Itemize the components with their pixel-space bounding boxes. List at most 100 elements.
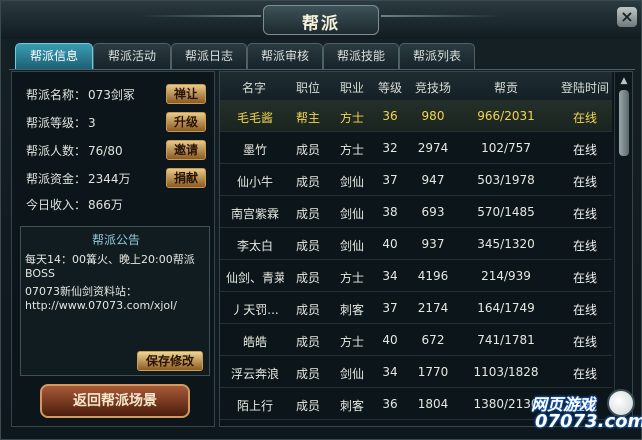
cell-name: 仙小牛 [236, 175, 273, 189]
upgrade-button[interactable]: 升级 [166, 112, 206, 132]
table-row[interactable]: 仙剑、青莱 成员 方士 34 4196 214/939 在线 [220, 260, 612, 292]
cell-name: 墨竹 [242, 143, 267, 157]
close-icon: × [620, 7, 634, 26]
tab-guild-info[interactable]: 帮派信息 [15, 43, 93, 69]
scroll-thumb[interactable] [619, 90, 629, 156]
tab-guild-skills[interactable]: 帮派技能 [323, 43, 399, 69]
table-row[interactable]: 李太白 成员 剑仙 40 937 345/1320 在线 [220, 228, 612, 260]
cell-arena: 1770 [417, 365, 449, 379]
cell-position: 成员 [295, 367, 320, 381]
cell-name: 南宫紫霖 [230, 207, 279, 221]
guild-notice-box[interactable]: 帮派公告 每天14：00篝火、晚上20:00帮派 BOSS 07073新仙剑资料… [20, 226, 210, 376]
close-button[interactable]: × [617, 7, 637, 27]
cell-arena: 693 [421, 205, 445, 219]
cell-arena: 1804 [417, 397, 449, 411]
cell-position: 成员 [295, 303, 320, 317]
donate-button[interactable]: 捐献 [166, 168, 206, 188]
cell-class: 刺客 [339, 303, 364, 317]
tab-guild-list[interactable]: 帮派列表 [399, 43, 475, 69]
cell-class: 方士 [339, 143, 364, 157]
cell-class: 方士 [339, 111, 364, 125]
cell-name: 仙剑、青莱 [226, 271, 284, 285]
cell-class: 刺客 [339, 399, 364, 413]
cell-contribution: 345/1320 [477, 237, 535, 251]
header-contribution[interactable]: 帮贡 [466, 79, 546, 96]
cell-level: 38 [382, 205, 398, 219]
cell-level: 37 [382, 301, 398, 315]
guild-name-label: 帮派名称： [26, 88, 87, 102]
cell-login-time: 在线 [572, 271, 597, 285]
guild-funds-label: 帮派资金： [26, 172, 87, 186]
header-position[interactable]: 职位 [288, 79, 328, 96]
abdicate-button[interactable]: 禅让 [166, 84, 206, 104]
cell-level: 40 [382, 333, 398, 347]
cell-contribution: 164/1749 [477, 301, 535, 315]
cell-class: 剑仙 [339, 239, 364, 253]
cell-class: 方士 [339, 271, 364, 285]
guild-level-label: 帮派等级： [26, 116, 87, 130]
notice-line: 07073新仙剑资料站： [25, 285, 137, 298]
table-header: 名字 职位 职业 等级 竞技场 帮贡 登陆时间 [220, 72, 612, 100]
cell-arena: 2174 [417, 301, 449, 315]
save-notice-button[interactable]: 保存修改 [137, 351, 203, 371]
table-row[interactable]: 仙小牛 成员 剑仙 37 947 503/1978 在线 [220, 164, 612, 196]
cell-login-time: 在线 [572, 239, 597, 253]
table-row[interactable]: 墨竹 成员 方士 32 2974 102/757 在线 [220, 132, 612, 164]
cell-class: 剑仙 [339, 367, 364, 381]
guild-name-value: 073剑冢 [88, 88, 135, 102]
table-scrollbar[interactable]: ▲ ▼ [614, 72, 632, 426]
cell-level: 36 [382, 397, 398, 411]
window-title: 帮派 [302, 14, 340, 34]
table-row[interactable]: 浮云奔浪 成员 剑仙 34 1770 1103/1828 在线 [220, 356, 612, 388]
cell-position: 成员 [295, 335, 320, 349]
cell-arena: 4196 [417, 269, 449, 283]
header-login-time[interactable]: 登陆时间 [556, 79, 614, 96]
guild-members-value: 76/80 [88, 144, 123, 158]
notice-line: http://www.07073.com/xjol/ [25, 299, 177, 312]
guild-level-value: 3 [88, 116, 96, 130]
title-ornament-left [141, 15, 261, 17]
cell-name: 浮云奔浪 [230, 367, 279, 381]
guild-funds-row: 帮派资金： 2344万 [26, 170, 131, 187]
cell-login-time: 在线 [572, 143, 597, 157]
cell-name: 丿天罚... [231, 303, 279, 317]
scroll-up-arrow-icon[interactable]: ▲ [618, 76, 630, 86]
cell-login-time: 在线 [572, 303, 597, 317]
table-row[interactable]: 皓皓 成员 方士 40 672 741/1781 在线 [220, 324, 612, 356]
notice-title: 帮派公告 [91, 233, 140, 247]
today-income-label: 今日收入： [26, 198, 87, 212]
header-name[interactable]: 名字 [226, 79, 282, 96]
return-guild-scene-button[interactable]: 返回帮派场景 [40, 384, 190, 418]
cell-name: 皓皓 [242, 335, 267, 349]
table-row[interactable]: 毛毛酱 帮主 方士 36 980 966/2031 在线 [220, 100, 612, 132]
cell-login-time: 在线 [572, 367, 597, 381]
member-table: 名字 职位 职业 等级 竞技场 帮贡 登陆时间 毛毛酱 帮主 方士 36 980 966/… [219, 71, 633, 427]
tab-guild-activities[interactable]: 帮派活动 [93, 43, 171, 69]
table-row[interactable]: 南宫紫霖 成员 剑仙 38 693 570/1485 在线 [220, 196, 612, 228]
guild-funds-value: 2344万 [88, 172, 131, 186]
guild-members-label: 帮派人数： [26, 144, 87, 158]
cell-contribution: 1103/1828 [473, 365, 539, 379]
invite-button[interactable]: 邀请 [166, 140, 206, 160]
cell-contribution: 214/939 [481, 269, 531, 283]
cell-level: 40 [382, 237, 398, 251]
header-level[interactable]: 等级 [372, 79, 408, 96]
guild-name-row: 帮派名称： 073剑冢 [26, 86, 135, 103]
cell-name: 毛毛酱 [236, 111, 273, 125]
cell-login-time: 在线 [572, 207, 597, 221]
tab-guild-log[interactable]: 帮派日志 [171, 43, 247, 69]
header-class[interactable]: 职业 [332, 79, 372, 96]
cell-class: 方士 [339, 335, 364, 349]
title-bar[interactable]: 帮派 × [1, 1, 641, 39]
today-income-row: 今日收入： 866万 [26, 196, 123, 213]
cell-contribution: 966/2031 [477, 109, 535, 123]
table-row[interactable]: 丿天罚... 成员 刺客 37 2174 164/1749 在线 [220, 292, 612, 324]
cell-level: 34 [382, 269, 398, 283]
guild-members-row: 帮派人数： 76/80 [26, 142, 123, 159]
tab-divider [9, 69, 635, 70]
title-ornament-right [381, 15, 501, 17]
header-arena[interactable]: 竞技场 [410, 79, 456, 96]
tab-guild-review[interactable]: 帮派审核 [247, 43, 323, 69]
today-income-value: 866万 [88, 198, 123, 212]
cell-class: 剑仙 [339, 207, 364, 221]
